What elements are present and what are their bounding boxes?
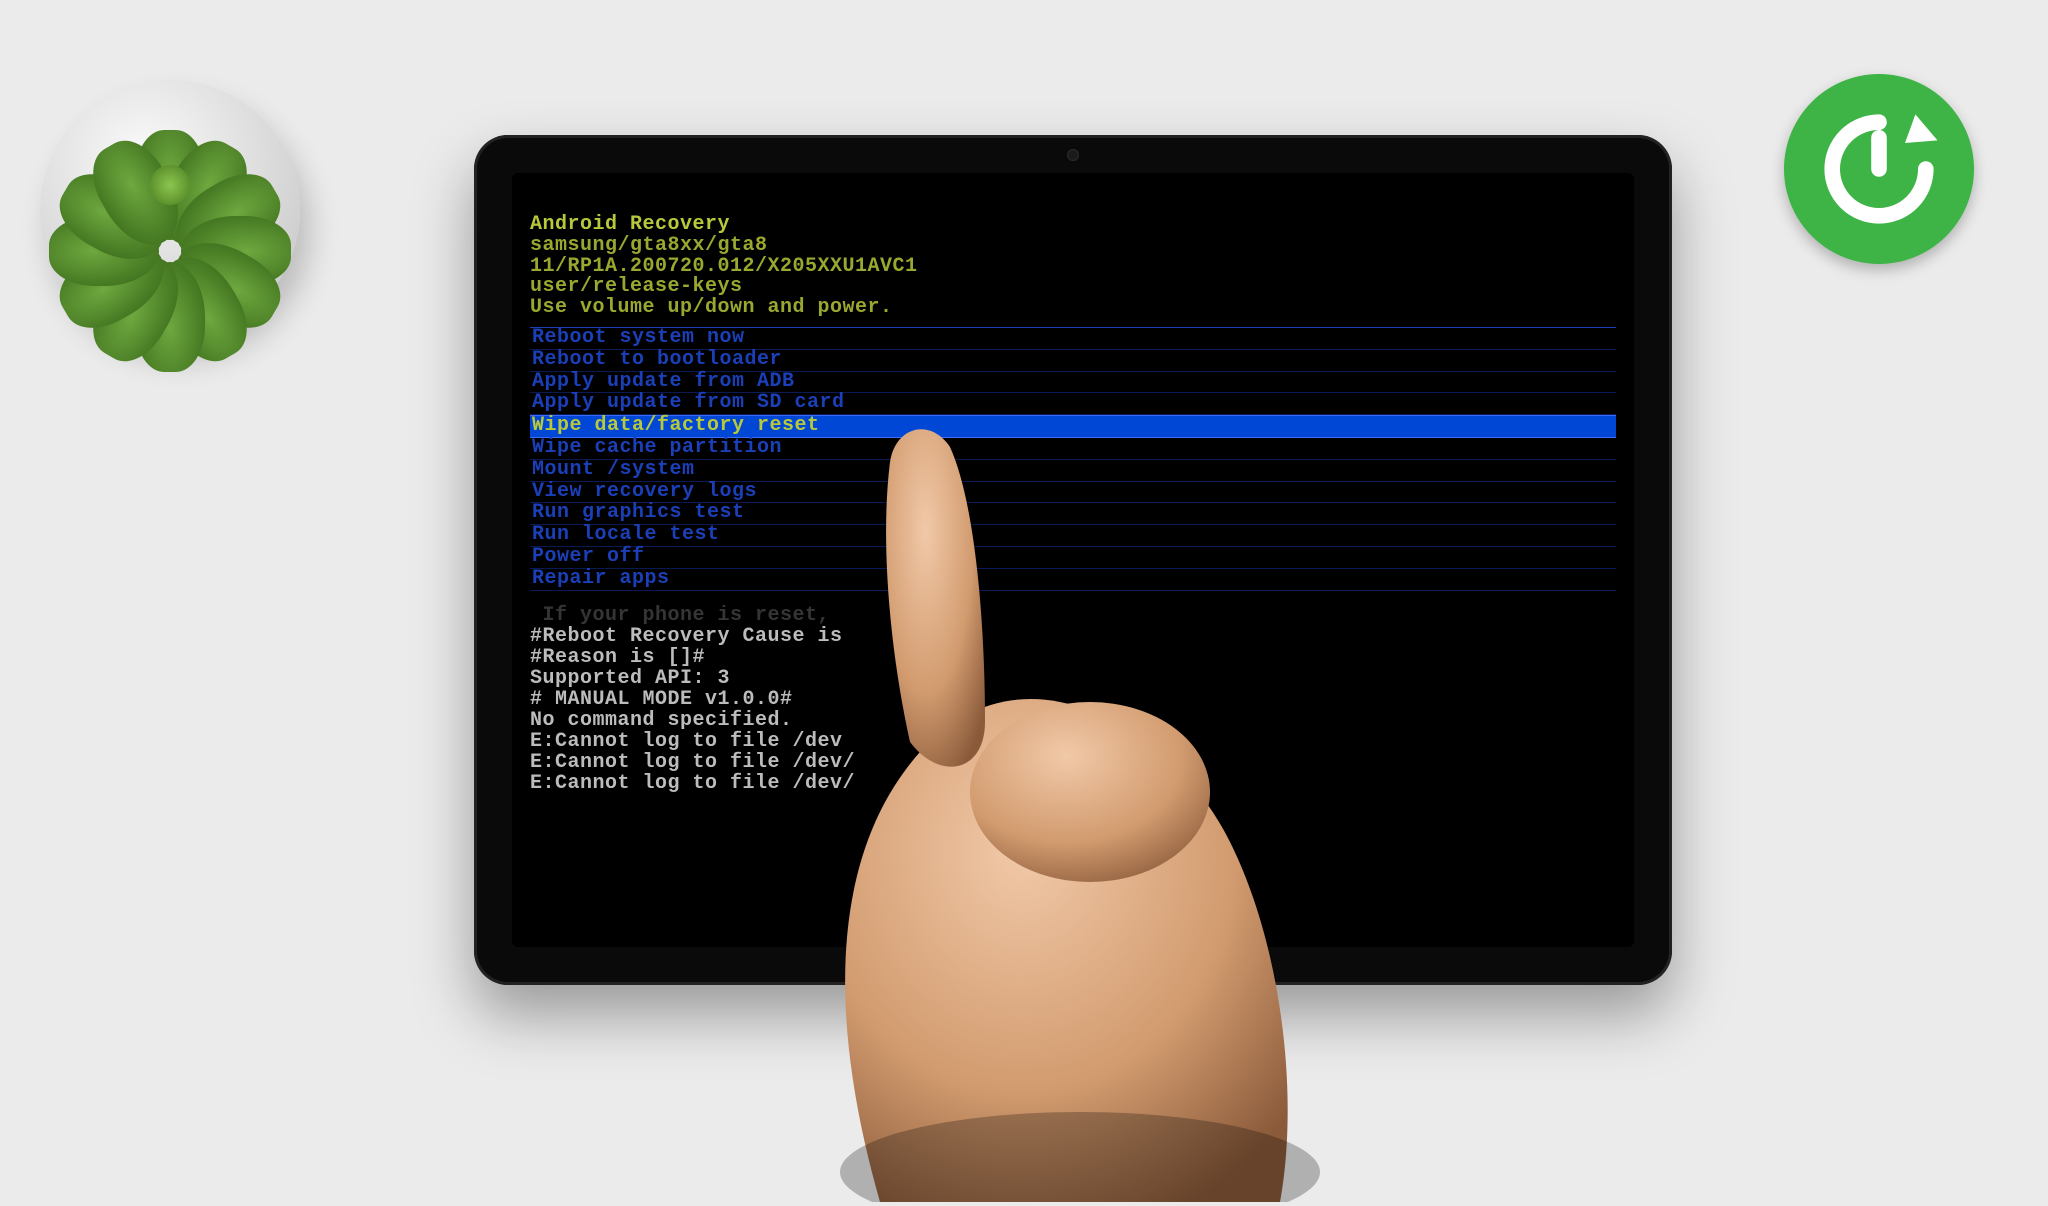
log-line: No command specified. — [530, 710, 1616, 731]
menu-power-off[interactable]: Power off — [530, 547, 1616, 569]
log-error: E:Cannot log to file /dev/ — [530, 773, 1616, 794]
menu-apply-sdcard[interactable]: Apply update from SD card — [530, 393, 1616, 415]
log-error: E:Cannot log to file /dev/ — [530, 752, 1616, 773]
menu-locale-test[interactable]: Run locale test — [530, 525, 1616, 547]
log-line: #Reason is []# — [530, 647, 1616, 668]
keys-line: user/release-keys — [530, 277, 1616, 298]
log-output: If your phone is reset, #Reboot Recovery… — [530, 605, 1616, 794]
log-line: Supported API: 3 — [530, 668, 1616, 689]
power-reset-badge — [1784, 74, 1974, 264]
tablet-device: Android Recovery samsung/gta8xx/gta8 11/… — [474, 135, 1672, 985]
menu-apply-adb[interactable]: Apply update from ADB — [530, 372, 1616, 394]
build-line: 11/RP1A.200720.012/X205XXU1AVC1 — [530, 257, 1616, 278]
succulent-plant — [20, 40, 320, 340]
device-line: samsung/gta8xx/gta8 — [530, 236, 1616, 257]
menu-mount-system[interactable]: Mount /system — [530, 460, 1616, 482]
log-error: E:Cannot log to file /dev — [530, 731, 1616, 752]
menu-reboot-bootloader[interactable]: Reboot to bootloader — [530, 350, 1616, 372]
menu-graphics-test[interactable]: Run graphics test — [530, 503, 1616, 525]
recovery-menu: Reboot system now Reboot to bootloader A… — [530, 327, 1616, 591]
menu-wipe-cache[interactable]: Wipe cache partition — [530, 438, 1616, 460]
front-camera — [1067, 149, 1079, 161]
recovery-title: Android Recovery — [530, 215, 1616, 236]
log-faint: If your phone is reset, — [530, 605, 1616, 626]
log-line: #Reboot Recovery Cause is — [530, 626, 1616, 647]
log-line: # MANUAL MODE v1.0.0# — [530, 689, 1616, 710]
recovery-screen: Android Recovery samsung/gta8xx/gta8 11/… — [512, 173, 1634, 947]
menu-wipe-data[interactable]: Wipe data/factory reset — [530, 415, 1616, 438]
power-reset-icon — [1814, 104, 1944, 234]
menu-view-logs[interactable]: View recovery logs — [530, 482, 1616, 504]
menu-reboot-system[interactable]: Reboot system now — [530, 328, 1616, 350]
menu-repair-apps[interactable]: Repair apps — [530, 569, 1616, 591]
hint-line: Use volume up/down and power. — [530, 298, 1616, 319]
succulent-leaves — [60, 75, 280, 295]
